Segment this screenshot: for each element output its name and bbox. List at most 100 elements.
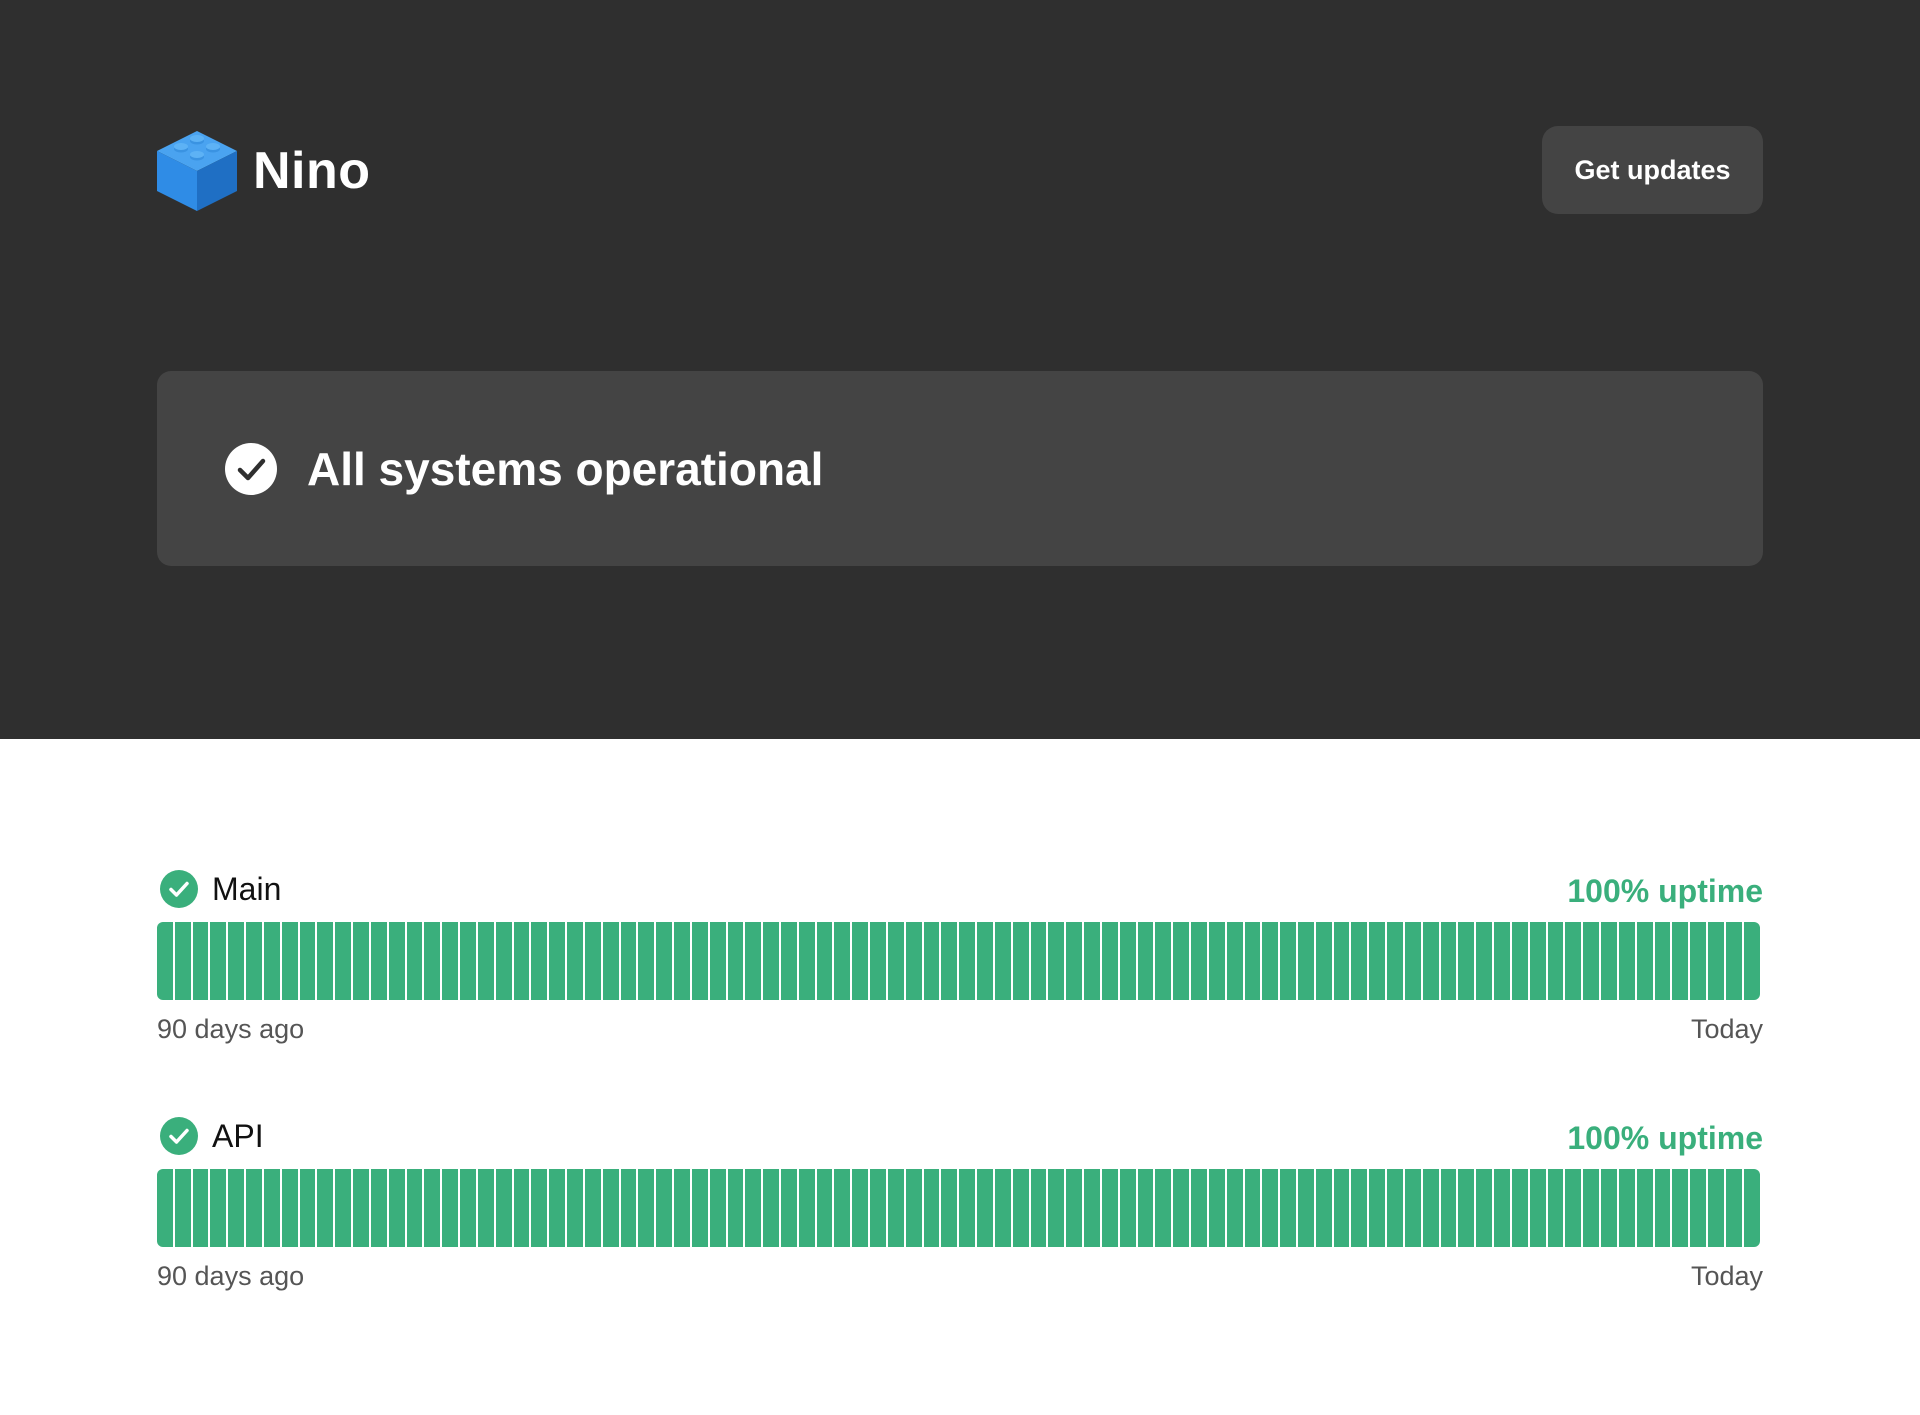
- uptime-day-bar[interactable]: [1708, 1169, 1724, 1247]
- uptime-day-bar[interactable]: [335, 922, 352, 1000]
- uptime-day-bar[interactable]: [335, 1169, 352, 1247]
- uptime-day-bar[interactable]: [1743, 1169, 1760, 1247]
- uptime-day-bar[interactable]: [1743, 922, 1760, 1000]
- uptime-day-bar[interactable]: [620, 1169, 637, 1247]
- uptime-day-bar[interactable]: [1262, 1169, 1279, 1247]
- uptime-day-bar[interactable]: [1725, 922, 1742, 1000]
- uptime-day-bar[interactable]: [638, 922, 655, 1000]
- uptime-day-bar[interactable]: [1191, 922, 1207, 1000]
- uptime-day-bar[interactable]: [994, 922, 1011, 1000]
- uptime-day-bar[interactable]: [246, 1169, 262, 1247]
- uptime-day-bar[interactable]: [228, 922, 245, 1000]
- uptime-day-bar[interactable]: [1298, 922, 1314, 1000]
- uptime-day-bar[interactable]: [1387, 1169, 1403, 1247]
- uptime-day-bar[interactable]: [1565, 922, 1582, 1000]
- uptime-day-bar[interactable]: [1369, 922, 1386, 1000]
- uptime-day-bar[interactable]: [174, 1169, 191, 1247]
- uptime-day-bar[interactable]: [353, 1169, 369, 1247]
- get-updates-button[interactable]: Get updates: [1542, 126, 1763, 214]
- uptime-day-bar[interactable]: [852, 922, 869, 1000]
- uptime-day-bar[interactable]: [638, 1169, 655, 1247]
- uptime-day-bar[interactable]: [1137, 1169, 1154, 1247]
- uptime-day-bar[interactable]: [246, 922, 262, 1000]
- uptime-day-bar[interactable]: [1155, 922, 1172, 1000]
- uptime-day-bar[interactable]: [1012, 922, 1029, 1000]
- uptime-day-bar[interactable]: [977, 922, 993, 1000]
- uptime-day-bar[interactable]: [1440, 922, 1457, 1000]
- uptime-day-bar[interactable]: [1583, 1169, 1600, 1247]
- uptime-day-bar[interactable]: [1494, 1169, 1510, 1247]
- uptime-day-bar[interactable]: [1351, 922, 1368, 1000]
- uptime-day-bar[interactable]: [1030, 922, 1047, 1000]
- uptime-day-bar[interactable]: [1565, 1169, 1582, 1247]
- uptime-day-bar[interactable]: [1494, 922, 1510, 1000]
- uptime-day-bar[interactable]: [602, 1169, 619, 1247]
- uptime-day-bar[interactable]: [281, 922, 298, 1000]
- uptime-day-bar[interactable]: [424, 1169, 441, 1247]
- uptime-day-bar[interactable]: [549, 1169, 566, 1247]
- uptime-day-bar[interactable]: [905, 1169, 922, 1247]
- uptime-day-bar[interactable]: [281, 1169, 298, 1247]
- uptime-day-bar[interactable]: [460, 922, 476, 1000]
- uptime-day-bar[interactable]: [317, 1169, 334, 1247]
- uptime-day-bar[interactable]: [299, 922, 316, 1000]
- uptime-day-bar[interactable]: [727, 922, 744, 1000]
- uptime-day-bar[interactable]: [1280, 1169, 1296, 1247]
- uptime-day-bar[interactable]: [567, 922, 583, 1000]
- uptime-day-bar[interactable]: [210, 922, 227, 1000]
- uptime-day-bar[interactable]: [370, 922, 387, 1000]
- uptime-day-bar[interactable]: [1315, 1169, 1332, 1247]
- uptime-day-bar[interactable]: [1208, 922, 1225, 1000]
- uptime-day-bar[interactable]: [388, 922, 405, 1000]
- uptime-day-bar[interactable]: [157, 922, 173, 1000]
- uptime-day-bar[interactable]: [1708, 922, 1724, 1000]
- uptime-day-bar[interactable]: [1119, 922, 1136, 1000]
- brand[interactable]: Nino: [157, 131, 371, 211]
- uptime-day-bar[interactable]: [1618, 922, 1635, 1000]
- uptime-day-bar[interactable]: [1458, 922, 1475, 1000]
- uptime-day-bar[interactable]: [1529, 922, 1546, 1000]
- uptime-day-bar[interactable]: [798, 1169, 815, 1247]
- uptime-day-bar[interactable]: [834, 922, 851, 1000]
- uptime-day-bar[interactable]: [549, 922, 566, 1000]
- uptime-day-bar[interactable]: [674, 1169, 690, 1247]
- uptime-day-bar[interactable]: [1298, 1169, 1314, 1247]
- uptime-day-bar[interactable]: [816, 922, 833, 1000]
- uptime-day-bar[interactable]: [1155, 1169, 1172, 1247]
- uptime-day-bar[interactable]: [1422, 922, 1439, 1000]
- uptime-day-bar[interactable]: [442, 1169, 459, 1247]
- uptime-day-bar[interactable]: [1636, 1169, 1653, 1247]
- uptime-day-bar[interactable]: [1173, 1169, 1190, 1247]
- uptime-day-bar[interactable]: [602, 922, 619, 1000]
- uptime-day-bar[interactable]: [977, 1169, 993, 1247]
- uptime-day-bar[interactable]: [1066, 922, 1083, 1000]
- uptime-day-bar[interactable]: [1672, 1169, 1689, 1247]
- uptime-day-bar[interactable]: [424, 922, 441, 1000]
- uptime-day-bar[interactable]: [1547, 1169, 1564, 1247]
- uptime-day-bar[interactable]: [1404, 1169, 1421, 1247]
- uptime-day-bar[interactable]: [923, 922, 940, 1000]
- uptime-day-bar[interactable]: [1173, 922, 1190, 1000]
- uptime-day-bar[interactable]: [1511, 922, 1528, 1000]
- uptime-day-bar[interactable]: [157, 1169, 173, 1247]
- uptime-day-bar[interactable]: [1208, 1169, 1225, 1247]
- uptime-day-bar[interactable]: [442, 922, 459, 1000]
- uptime-day-bar[interactable]: [691, 1169, 708, 1247]
- uptime-day-bar[interactable]: [1422, 1169, 1439, 1247]
- uptime-day-bar[interactable]: [299, 1169, 316, 1247]
- uptime-day-bar[interactable]: [870, 922, 886, 1000]
- uptime-day-bar[interactable]: [388, 1169, 405, 1247]
- uptime-day-bar[interactable]: [1690, 922, 1707, 1000]
- uptime-day-bar[interactable]: [727, 1169, 744, 1247]
- uptime-day-bar[interactable]: [1066, 1169, 1083, 1247]
- uptime-day-bar[interactable]: [1369, 1169, 1386, 1247]
- uptime-day-bar[interactable]: [852, 1169, 869, 1247]
- uptime-day-bar[interactable]: [941, 1169, 958, 1247]
- uptime-day-bar[interactable]: [887, 922, 904, 1000]
- uptime-day-bar[interactable]: [656, 1169, 673, 1247]
- uptime-day-bar[interactable]: [1012, 1169, 1029, 1247]
- uptime-day-bar[interactable]: [834, 1169, 851, 1247]
- uptime-day-bar[interactable]: [959, 1169, 976, 1247]
- uptime-day-bar[interactable]: [1101, 922, 1118, 1000]
- uptime-day-bar[interactable]: [406, 1169, 423, 1247]
